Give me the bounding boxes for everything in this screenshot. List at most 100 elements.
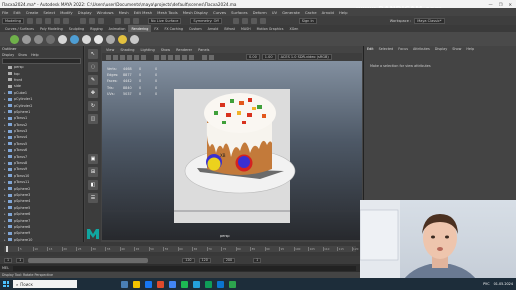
taskbar-app-icon[interactable] [121,280,128,288]
taskbar-app-icon[interactable] [157,280,164,288]
menu-edit-mesh[interactable]: Edit Mesh [134,10,153,15]
perspective-viewport[interactable]: Verts: 4468 0 0 Edges: 8877 0 0 Faces: 4442 0 0 Tris… [102,61,362,240]
menu-curves[interactable]: Curves [213,10,226,15]
taskbar-app-icon[interactable] [217,280,224,288]
shelf-tool-icon[interactable] [22,34,31,44]
viewport-menu-view[interactable]: View [106,48,114,52]
viewport-menu-renderer[interactable]: Renderer [176,48,192,52]
taskbar-app-icon[interactable] [145,280,152,288]
rotate-tool-icon[interactable]: ↻ [88,101,98,111]
viewport-menu-shading[interactable]: Shading [120,48,134,52]
camera-attributes-icon[interactable] [106,54,111,60]
four-view-layout-icon[interactable]: ⊞ [88,167,98,177]
shelf-tab-fx[interactable]: FX [151,25,161,32]
command-input[interactable] [12,265,356,271]
lights-icon[interactable] [175,54,180,60]
menu-display[interactable]: Display [78,10,92,15]
shelf-tab-xgen[interactable]: XGen [286,25,301,32]
shelf-tab-fx-caching[interactable]: FX Caching [161,25,186,32]
shelf-tab-sculpting[interactable]: Sculpting [66,25,87,32]
select-component-icon[interactable] [97,17,104,24]
smooth-shade-icon[interactable] [161,54,166,60]
outliner-menu-help[interactable]: Help [31,53,39,57]
shelf-tool-icon[interactable] [34,34,43,44]
color-space-dropdown[interactable]: ACES 1.0 SDR-video (sRGB) [277,54,332,60]
snap-curve-icon[interactable] [123,17,130,24]
taskbar-app-icon[interactable] [181,280,188,288]
shelf-tab-custom[interactable]: Custom [186,25,205,32]
viewport-menu-panels[interactable]: Panels [198,48,209,52]
taskbar-app-icon[interactable] [193,280,200,288]
menu-uv[interactable]: UV [272,10,277,15]
shelf-tool-icon[interactable] [58,34,67,44]
outliner-menu-display[interactable]: Display [2,53,14,57]
shelf-tab-poly-modeling[interactable]: Poly Modeling [37,25,66,32]
panel-tab-display[interactable]: Display [435,47,448,51]
wireframe-icon[interactable] [154,54,159,60]
paint-select-tool-icon[interactable]: ✎ [88,75,98,85]
shadows-icon[interactable] [182,54,187,60]
outliner-menu-show[interactable]: Show [18,53,27,57]
mel-label[interactable]: MEL [2,266,9,270]
taskbar-app-icon[interactable] [229,280,236,288]
shelf-tab-arnold[interactable]: Arnold [205,25,222,32]
menu-generate[interactable]: Generate [282,10,300,15]
select-object-icon[interactable] [88,17,95,24]
menu-surfaces[interactable]: Surfaces [231,10,247,15]
taskbar-app-icon[interactable] [169,280,176,288]
menu-file[interactable]: File [2,10,8,15]
shelf-tool-icon[interactable] [10,34,19,44]
snap-point-icon[interactable] [132,17,139,24]
menu-mesh[interactable]: Mesh [119,10,129,15]
shelf-tool-icon[interactable] [118,34,127,44]
select-tool-icon[interactable]: ↖ [88,49,98,59]
current-frame-field[interactable]: 1 [253,257,262,263]
time-slider[interactable]: 5 10 15 20 25 30 35 40 45 50 55 60 65 70 75 80 85 90 95 100… [0,242,360,256]
panel-tab-help[interactable]: Help [466,47,474,51]
shelf-tool-icon[interactable] [70,34,79,44]
single-view-layout-icon[interactable]: ▣ [88,154,98,164]
undo-icon[interactable] [53,17,60,24]
shelf-tab-curves-surfaces[interactable]: Curves / Surfaces [2,25,37,32]
max-frame-field[interactable]: 200 [222,257,236,263]
render-icon[interactable] [232,17,239,24]
move-tool-icon[interactable]: ✥ [88,88,98,98]
workspace-dropdown[interactable]: Maya Classic* [414,17,445,24]
shelf-tab-rendering[interactable]: Rendering [128,25,152,32]
symmetry-dropdown[interactable]: Symmetry: Off [190,17,222,24]
panel-tab-focus[interactable]: Focus [398,47,408,51]
range-slider-bar[interactable] [28,257,149,263]
shelf-tool-icon[interactable] [82,34,91,44]
viewport-menu-lighting[interactable]: Lighting [141,48,155,52]
ipr-render-icon[interactable] [241,17,248,24]
bookmark-icon[interactable] [113,54,118,60]
resolution-gate-icon[interactable] [141,54,146,60]
shelf-tool-icon[interactable] [46,34,55,44]
close-button[interactable]: ✕ [508,2,512,7]
open-scene-icon[interactable] [35,17,42,24]
grid-icon[interactable] [127,54,132,60]
render-settings-icon[interactable] [250,17,257,24]
panel-tab-edit[interactable]: Edit [367,47,374,51]
image-plane-icon[interactable] [120,54,125,60]
shelf-tool-icon[interactable] [106,34,115,44]
save-scene-icon[interactable] [44,17,51,24]
menu-arnold[interactable]: Arnold [322,10,334,15]
taskbar-app-icon[interactable] [133,280,140,288]
panel-tab-show[interactable]: Show [452,47,461,51]
redo-icon[interactable] [62,17,69,24]
time-slider-track[interactable]: 5 10 15 20 25 30 35 40 45 50 55 60 65 70 75 80 85 90 95 100… [4,246,358,252]
near-clip-field[interactable]: 0.00 [246,54,260,60]
shelf-tab-motion-graphics[interactable]: Motion Graphics [254,25,287,32]
side-by-side-layout-icon[interactable]: ◧ [88,180,98,190]
shelf-tab-rigging[interactable]: Rigging [87,25,106,32]
hypershade-icon[interactable] [259,17,266,24]
menu-deform[interactable]: Deform [253,10,267,15]
sign-in-dropdown[interactable]: Sign In [298,17,317,24]
shelf-tool-icon[interactable] [94,34,103,44]
film-gate-icon[interactable] [134,54,139,60]
minimize-button[interactable]: — [489,2,493,7]
animation-end-field[interactable]: 120 [198,257,211,263]
ambient-occlusion-icon[interactable] [189,54,194,60]
textured-icon[interactable] [168,54,173,60]
